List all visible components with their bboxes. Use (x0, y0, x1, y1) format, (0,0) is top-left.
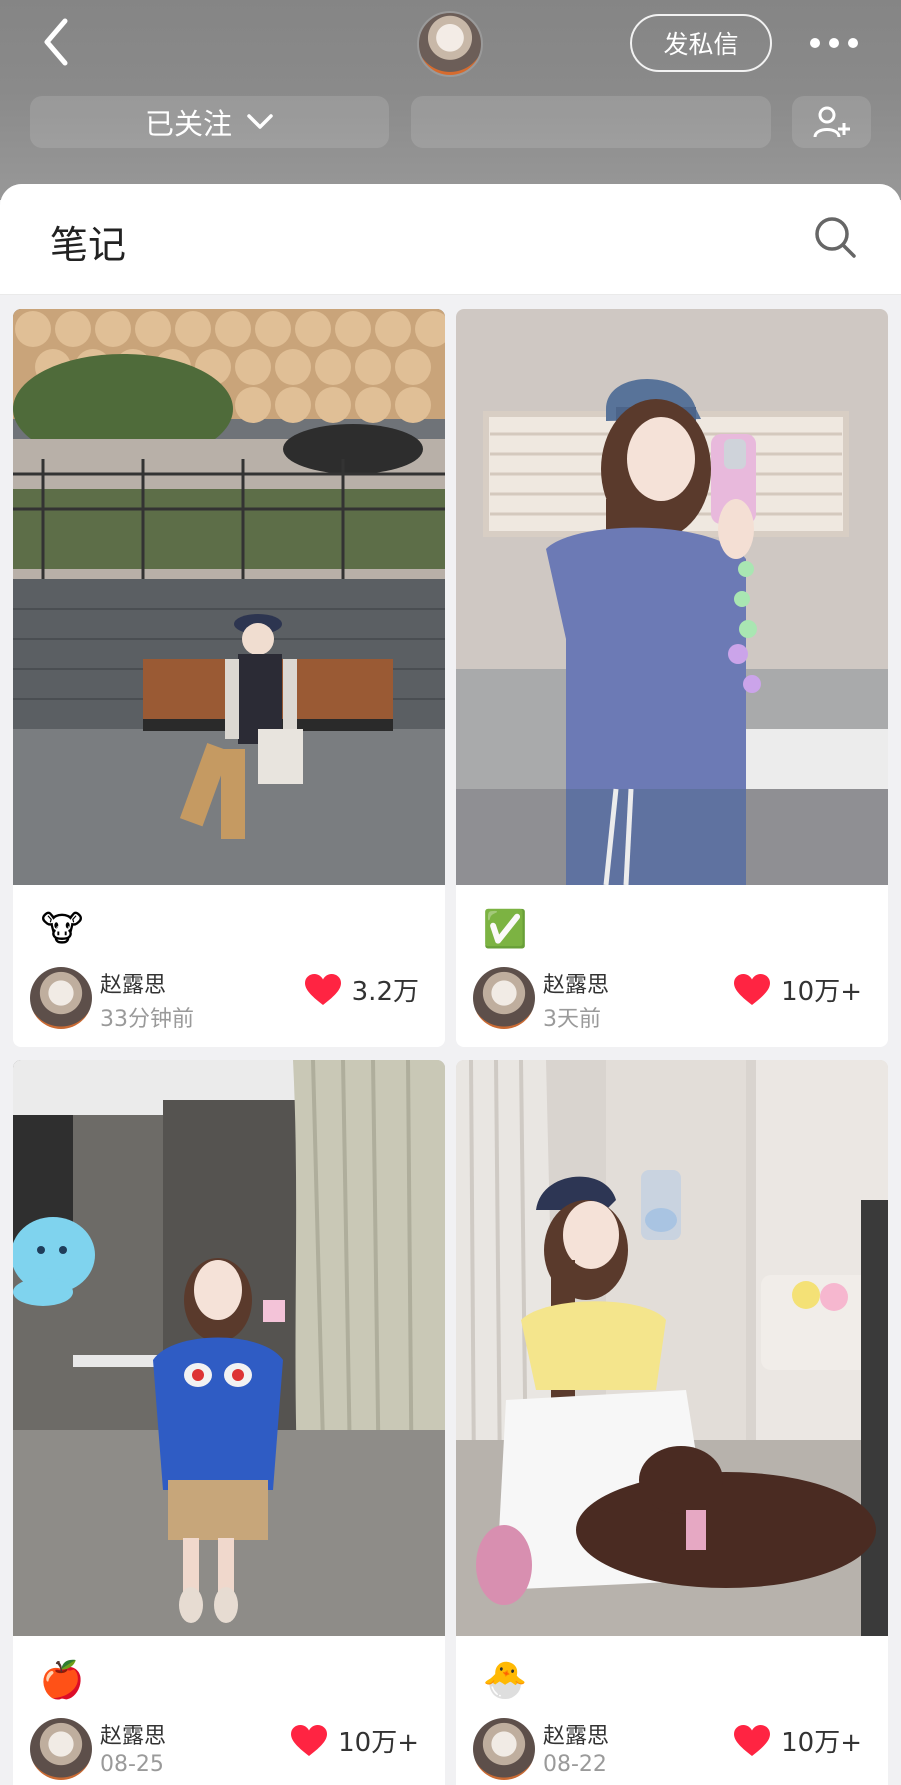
add-user-icon (813, 106, 850, 138)
search-button[interactable] (812, 214, 858, 260)
note-card[interactable]: ✅ 赵露思 3天前 10万+ (456, 309, 888, 1047)
notes-title: 笔记 (50, 223, 127, 267)
note-card[interactable]: 🐮 赵露思 33分钟前 3.2万 (13, 309, 445, 1047)
notes-header: 笔记 (0, 184, 901, 295)
post-time: 33分钟前 (100, 1007, 194, 1032)
heart-icon (304, 973, 341, 1005)
note-emoji: 🍎 (39, 1660, 85, 1701)
heart-icon (291, 1724, 328, 1756)
like-count: 10万+ (781, 1728, 862, 1758)
heart-icon (734, 973, 771, 1005)
heart-icon (734, 1724, 771, 1756)
note-emoji: 🐣 (482, 1660, 528, 1701)
author-name[interactable]: 赵露思 (543, 967, 609, 999)
like-count: 10万+ (338, 1728, 419, 1758)
author-name[interactable]: 赵露思 (100, 1718, 166, 1750)
post-time: 3天前 (543, 1007, 601, 1032)
chevron-down-icon (247, 114, 273, 129)
note-emoji: 🐮 (40, 909, 84, 950)
note-emoji: ✅ (482, 909, 528, 950)
like-count: 10万+ (781, 977, 862, 1007)
follow-status-label: 已关注 (144, 107, 232, 141)
note-card[interactable]: 🐣 赵露思 08-22 10万+ (456, 1060, 888, 1785)
avatar[interactable] (473, 1718, 535, 1780)
add-friend-button[interactable] (792, 96, 871, 148)
post-time: 08-25 (100, 1752, 164, 1777)
note-cover-photo (13, 309, 445, 885)
notes-sheet: 笔记 🐮 赵露思 33分钟前 3.2万 ✅ 赵露思 3天前 10万+ 🍎 赵露思… (0, 184, 901, 1785)
note-cover-photo (456, 309, 888, 885)
note-cover-photo (456, 1060, 888, 1636)
header-avatar[interactable] (417, 11, 483, 77)
chevron-left-icon (44, 18, 68, 66)
avatar[interactable] (30, 1718, 92, 1780)
author-name[interactable]: 赵露思 (100, 967, 166, 999)
like-button[interactable]: 10万+ (733, 971, 862, 1008)
more-dots-icon (810, 38, 858, 48)
search-icon (815, 217, 856, 258)
avatar[interactable] (30, 967, 92, 1029)
secondary-action-button[interactable] (411, 96, 771, 148)
send-message-button[interactable]: 发私信 (630, 14, 772, 72)
back-button[interactable] (36, 12, 76, 72)
author-name[interactable]: 赵露思 (543, 1718, 609, 1750)
follow-status-button[interactable]: 已关注 (30, 96, 389, 148)
profile-header: 发私信 已关注 (0, 0, 901, 200)
like-button[interactable]: 10万+ (290, 1722, 419, 1759)
more-button[interactable] (800, 20, 868, 66)
avatar[interactable] (473, 967, 535, 1029)
like-count: 3.2万 (351, 977, 419, 1007)
note-cover-photo (13, 1060, 445, 1636)
like-button[interactable]: 10万+ (733, 1722, 862, 1759)
like-button[interactable]: 3.2万 (304, 971, 419, 1008)
post-time: 08-22 (543, 1752, 607, 1777)
note-card[interactable]: 🍎 赵露思 08-25 10万+ (13, 1060, 445, 1785)
